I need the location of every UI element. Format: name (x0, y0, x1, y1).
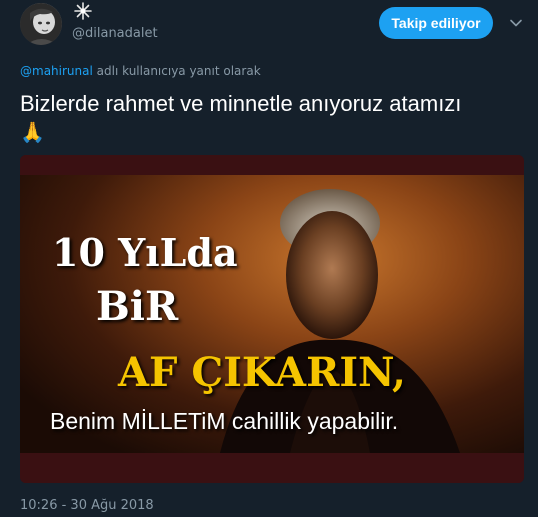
praying-hands-icon: 🙏 (20, 122, 45, 144)
image-text-line-2: BiR (96, 283, 179, 330)
tweet-card: @dilanadalet Takip ediliyor @mahirunal a… (0, 0, 538, 517)
reply-context: @mahirunal adlı kullanıcıya yanıt olarak (20, 64, 261, 78)
user-handle[interactable]: @dilanadalet (72, 26, 158, 41)
tweet-media-image[interactable]: 10 YıLda BiR AF ÇIKARIN, Benim MİLLETiM … (20, 155, 524, 483)
tweet-timestamp[interactable]: 10:26 - 30 Ağu 2018 (20, 498, 154, 513)
media-frame-top (20, 155, 524, 175)
media-frame-bottom (20, 453, 524, 483)
chevron-down-icon[interactable] (509, 16, 523, 30)
sparkle-icon (74, 2, 92, 20)
reply-context-label: adlı kullanıcıya yanıt olarak (96, 64, 261, 78)
tweet-body: Bizlerde rahmet ve minnetle anıyoruz ata… (20, 91, 462, 116)
image-text-line-4: Benim MİLLETiM cahillik yapabilir. (50, 408, 399, 434)
image-text-line-1: 10 YıLda (52, 230, 238, 275)
avatar[interactable] (20, 3, 62, 45)
image-text-line-3: AF ÇIKARIN, (118, 349, 406, 396)
profile-avatar-icon (20, 3, 62, 45)
following-button[interactable]: Takip ediliyor (379, 7, 493, 39)
reply-mention-link[interactable]: @mahirunal (20, 64, 93, 78)
tweet-text: Bizlerde rahmet ve minnetle anıyoruz ata… (20, 90, 525, 146)
